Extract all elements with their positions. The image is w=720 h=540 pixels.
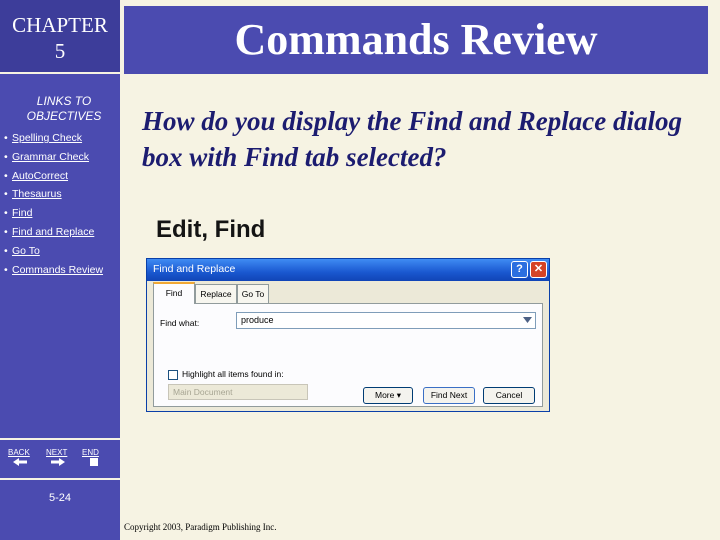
find-what-label: Find what: — [160, 318, 200, 328]
highlight-label: Highlight all items found in: — [182, 369, 284, 379]
bullet: • — [4, 132, 8, 144]
slide-title: Commands Review — [124, 6, 708, 74]
list-item: • Spelling Check — [4, 132, 103, 151]
chevron-down-icon[interactable] — [520, 313, 535, 328]
next-arrow-icon[interactable] — [46, 457, 70, 467]
list-item: • Go To — [4, 245, 103, 264]
back-arrow-icon[interactable] — [8, 457, 32, 467]
sidebar: CHAPTER 5 LINKS TO OBJECTIVES • Spelling … — [0, 0, 120, 540]
end-stop-icon[interactable] — [82, 457, 106, 467]
bullet: • — [4, 207, 8, 220]
chapter-word: CHAPTER — [12, 13, 108, 37]
list-item: • Commands Review — [4, 264, 103, 283]
dialog-titlebar[interactable]: Find and Replace ? ✕ — [147, 259, 549, 281]
highlight-checkbox[interactable] — [168, 370, 178, 380]
link-commands-review[interactable]: Commands Review — [12, 264, 103, 276]
slide-page-number: 5-24 — [48, 492, 72, 504]
sidebar-divider — [0, 478, 120, 480]
link-thesaurus[interactable]: Thesaurus — [12, 188, 62, 200]
find-and-replace-dialog: Find and Replace ? ✕ Find Replace Go To … — [146, 258, 550, 412]
list-item: • Find and Replace — [4, 226, 103, 245]
link-go-to[interactable]: Go To — [12, 245, 40, 257]
review-question: How do you display the Find and Replace … — [142, 106, 683, 172]
link-find-and-replace[interactable]: Find and Replace — [12, 226, 94, 238]
list-item: • AutoCorrect — [4, 170, 103, 189]
chapter-label: CHAPTER 5 — [0, 0, 120, 74]
dialog-title: Find and Replace — [153, 263, 236, 275]
find-next-button[interactable]: Find Next — [423, 387, 475, 404]
bullet: • — [4, 150, 8, 163]
scope-select[interactable]: Main Document — [168, 384, 308, 400]
bullet: • — [4, 263, 8, 276]
bullet: • — [4, 188, 8, 201]
link-find[interactable]: Find — [12, 207, 32, 219]
link-autocorrect[interactable]: AutoCorrect — [12, 170, 68, 182]
links-heading-line1: LINKS TO — [36, 94, 92, 108]
bullet: • — [4, 169, 8, 182]
links-to-objectives-heading: LINKS TO OBJECTIVES — [0, 94, 128, 124]
end-button[interactable]: END — [82, 448, 99, 457]
close-icon[interactable]: ✕ — [530, 261, 547, 278]
sidebar-divider — [0, 438, 120, 440]
chapter-number: 5 — [54, 39, 66, 63]
find-what-input[interactable]: produce — [236, 312, 536, 329]
next-button[interactable]: NEXT — [46, 448, 67, 457]
cancel-button[interactable]: Cancel — [483, 387, 535, 404]
copyright-notice: Copyright 2003, Paradigm Publishing Inc. — [124, 522, 277, 532]
tab-find[interactable]: Find — [153, 282, 195, 304]
help-icon[interactable]: ? — [511, 261, 528, 278]
tab-replace[interactable]: Replace — [195, 284, 237, 303]
more-button[interactable]: More ▾ — [363, 387, 413, 404]
back-button[interactable]: BACK — [8, 448, 30, 457]
list-item: • Thesaurus — [4, 188, 103, 207]
bullet: • — [4, 225, 8, 238]
link-grammar-check[interactable]: Grammar Check — [12, 151, 89, 163]
objectives-link-list: • Spelling Check • Grammar Check • AutoCorr… — [4, 132, 103, 282]
bullet: • — [4, 244, 8, 257]
tab-go-to[interactable]: Go To — [237, 284, 269, 303]
review-answer: Edit, Find — [156, 216, 266, 243]
links-heading-line2: OBJECTIVES — [26, 109, 102, 123]
list-item: • Grammar Check — [4, 151, 103, 170]
link-spelling-check[interactable]: Spelling Check — [12, 132, 82, 144]
list-item: • Find — [4, 207, 103, 226]
